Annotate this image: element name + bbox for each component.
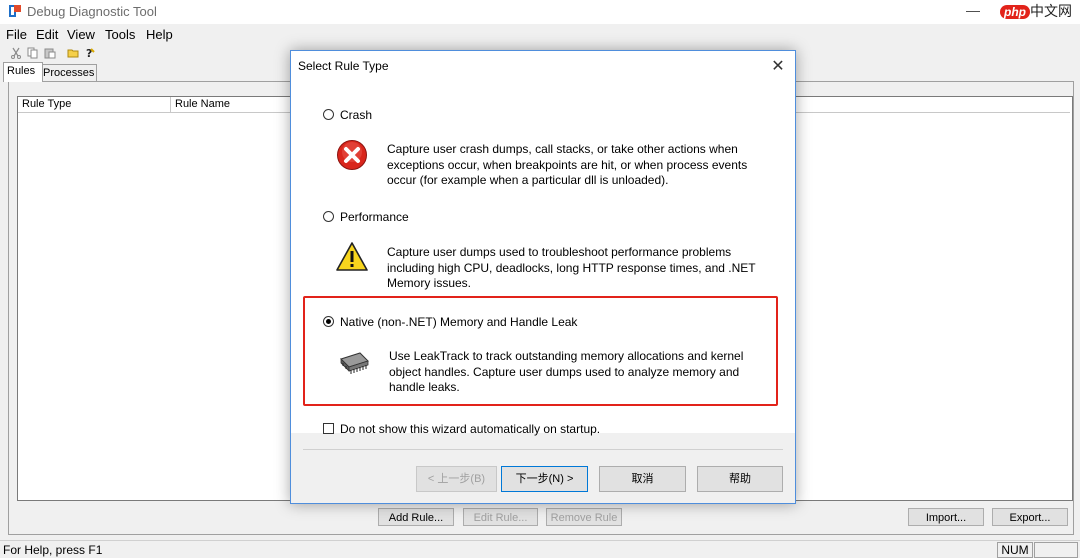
remove-rule-button[interactable]: Remove Rule: [546, 508, 622, 526]
column-rule-type[interactable]: Rule Type: [18, 97, 171, 112]
next-button[interactable]: 下一步(N) >: [501, 466, 588, 492]
no-wizard-checkbox[interactable]: [323, 423, 334, 434]
menu-tools[interactable]: Tools: [105, 27, 135, 42]
native-memory-leak-description: Use LeakTrack to track outstanding memor…: [389, 349, 744, 394]
cancel-button[interactable]: 取消: [599, 466, 686, 492]
dialog-close-button[interactable]: ✕: [769, 56, 787, 76]
dialog-separator: [303, 449, 783, 450]
radio-button-native-memory-leak[interactable]: [323, 316, 334, 327]
radio-performance-label: Performance: [340, 210, 409, 224]
crash-description: Capture user crash dumps, call stacks, o…: [387, 142, 748, 187]
cut-icon[interactable]: [10, 47, 22, 59]
remove-rule-label: Remove Rule: [550, 512, 618, 524]
status-bar: [0, 540, 1080, 557]
export-label: Export...: [1009, 512, 1051, 524]
radio-performance[interactable]: Performance: [323, 210, 409, 224]
no-wizard-checkbox-row[interactable]: Do not show this wizard automatically on…: [323, 422, 600, 436]
menu-file[interactable]: File: [6, 27, 27, 42]
status-help-text: For Help, press F1: [3, 543, 103, 557]
copy-icon[interactable]: [27, 47, 39, 59]
tab-processes[interactable]: Processes: [39, 64, 97, 82]
menu-bar: File Edit View Tools Help: [0, 24, 1080, 44]
import-button[interactable]: Import...: [908, 508, 984, 526]
cancel-button-label: 取消: [631, 473, 654, 485]
error-icon: [336, 139, 368, 171]
memory-chip-icon: [338, 349, 370, 377]
menu-help[interactable]: Help: [146, 27, 173, 42]
export-button[interactable]: Export...: [992, 508, 1068, 526]
app-icon: [8, 4, 22, 18]
back-button-label: < 上一步(B): [427, 473, 486, 485]
import-label: Import...: [925, 512, 967, 524]
radio-crash-label: Crash: [340, 108, 373, 122]
dialog-title: Select Rule Type: [298, 59, 389, 73]
next-button-label: 下一步(N) >: [515, 473, 574, 485]
radio-crash[interactable]: Crash: [323, 108, 372, 122]
help-button-label: 帮助: [729, 473, 751, 485]
radio-native-memory-leak-label: Native (non-.NET) Memory and Handle Leak: [340, 315, 578, 329]
tab-rules[interactable]: Rules: [3, 62, 43, 82]
menu-edit[interactable]: Edit: [36, 27, 58, 42]
warning-icon: [335, 241, 369, 273]
app-title-bar: [0, 0, 1080, 24]
performance-description: Capture user dumps used to troubleshoot …: [387, 245, 756, 290]
menu-view[interactable]: View: [67, 27, 95, 42]
radio-button-performance[interactable]: [323, 211, 334, 222]
edit-rule-button[interactable]: Edit Rule...: [463, 508, 538, 526]
radio-button-crash[interactable]: [323, 109, 334, 120]
watermark-php: php: [1000, 5, 1030, 19]
no-wizard-checkbox-label: Do not show this wizard automatically on…: [340, 422, 601, 436]
help-button[interactable]: 帮助: [697, 466, 783, 492]
paste-icon[interactable]: [44, 47, 56, 59]
watermark-logo: php 中文网: [1000, 1, 1072, 21]
open-folder-icon[interactable]: [67, 47, 79, 59]
watermark-cn: 中文网: [1030, 3, 1072, 19]
help-context-icon[interactable]: ?: [84, 47, 96, 60]
minimize-button[interactable]: —: [965, 2, 981, 18]
app-title: Debug Diagnostic Tool: [27, 4, 157, 19]
select-rule-type-dialog: Select Rule Type ✕ Crash Capture user cr…: [290, 50, 796, 504]
radio-native-memory-leak[interactable]: Native (non-.NET) Memory and Handle Leak: [323, 315, 577, 329]
edit-rule-label: Edit Rule...: [473, 512, 528, 524]
add-rule-label: Add Rule...: [388, 512, 444, 524]
add-rule-button[interactable]: Add Rule...: [378, 508, 454, 526]
back-button[interactable]: < 上一步(B): [416, 466, 497, 492]
